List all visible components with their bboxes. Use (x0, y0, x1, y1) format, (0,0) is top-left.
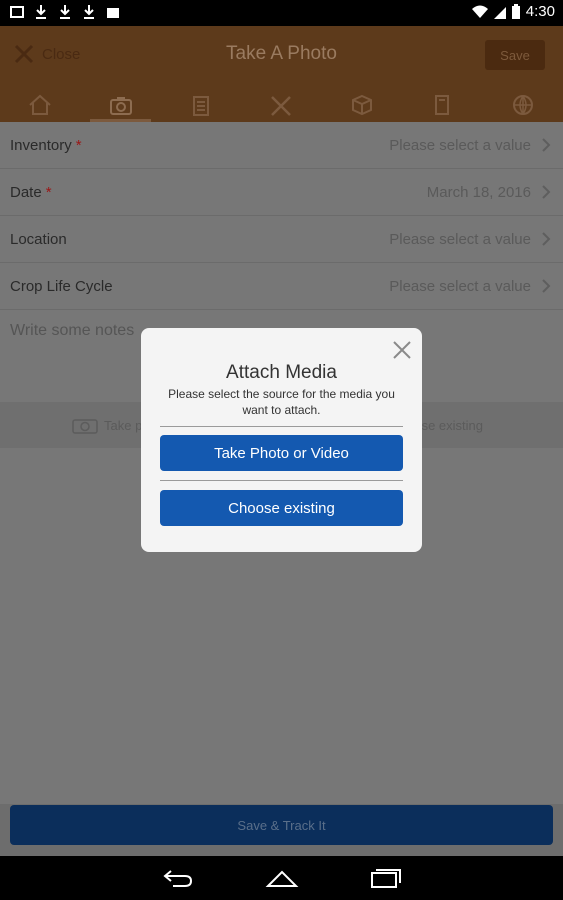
back-icon[interactable] (161, 867, 195, 889)
row-label: Location (10, 230, 67, 248)
note-icon (435, 95, 450, 115)
status-bar: 4:30 (0, 0, 563, 26)
home-nav-icon[interactable] (265, 867, 299, 889)
tab-tools[interactable] (241, 88, 321, 122)
choose-existing-option[interactable]: se existing (422, 418, 483, 433)
crop-life-cycle-row[interactable]: Crop Life Cycle Please select a value (0, 263, 563, 310)
app-bar: Close Take A Photo Save (0, 26, 563, 122)
inventory-row[interactable]: Inventory * Please select a value (0, 122, 563, 169)
clock: 4:30 (525, 3, 555, 20)
globe-icon (512, 95, 533, 115)
home-icon (29, 94, 51, 115)
tab-box[interactable] (322, 88, 402, 122)
tab-clipboard[interactable] (161, 88, 241, 122)
chevron-right-icon (542, 232, 551, 246)
camera-icon (109, 97, 132, 115)
photos-icon (107, 8, 119, 18)
image-notification-icon (10, 6, 24, 18)
attach-media-dialog: Attach Media Please select the source fo… (141, 328, 422, 552)
tab-camera[interactable] (80, 88, 160, 122)
wifi-icon (471, 5, 488, 18)
tab-note[interactable] (402, 88, 482, 122)
clipboard-icon (193, 96, 210, 116)
chevron-right-icon (542, 279, 551, 293)
required-marker: * (75, 136, 82, 154)
close-icon[interactable] (392, 340, 412, 360)
chevron-right-icon (542, 185, 551, 199)
dialog-title: Attach Media (226, 362, 337, 383)
chevron-right-icon (542, 138, 551, 152)
save-and-track-button[interactable]: Save & Track It (10, 805, 553, 845)
row-label: Date * (10, 183, 52, 201)
signal-icon (493, 6, 506, 19)
divider (160, 480, 403, 481)
recents-icon[interactable] (369, 867, 403, 889)
required-marker: * (45, 183, 52, 201)
date-row[interactable]: Date * March 18, 2016 (0, 169, 563, 216)
row-value: March 18, 2016 (427, 184, 551, 201)
row-label: Crop Life Cycle (10, 277, 113, 295)
choose-existing-button[interactable]: Choose existing (160, 490, 403, 526)
battery-icon (511, 4, 520, 19)
tab-home[interactable] (0, 88, 80, 122)
save-button[interactable]: Save (485, 40, 545, 70)
take-photo-option[interactable]: Take p (72, 416, 142, 434)
download-icon (84, 5, 94, 19)
download-icon (60, 5, 70, 19)
tab-bar (0, 88, 563, 122)
download-icon (36, 5, 46, 19)
page-title: Take A Photo (226, 43, 337, 64)
box-icon (351, 94, 372, 116)
system-nav-bar (0, 856, 563, 900)
tools-icon (271, 96, 292, 116)
divider (160, 426, 403, 427)
row-value: Please select a value (389, 231, 551, 248)
camera-icon (72, 419, 98, 434)
location-row[interactable]: Location Please select a value (0, 216, 563, 263)
notification-icons (10, 4, 120, 20)
row-value: Please select a value (389, 137, 551, 154)
dialog-message: Please select the source for the media y… (168, 387, 395, 417)
take-photo-or-video-button[interactable]: Take Photo or Video (160, 435, 403, 471)
row-value: Please select a value (389, 278, 551, 295)
tab-globe[interactable] (483, 88, 563, 122)
row-label: Inventory * (10, 136, 82, 154)
system-status: 4:30 (471, 3, 555, 20)
